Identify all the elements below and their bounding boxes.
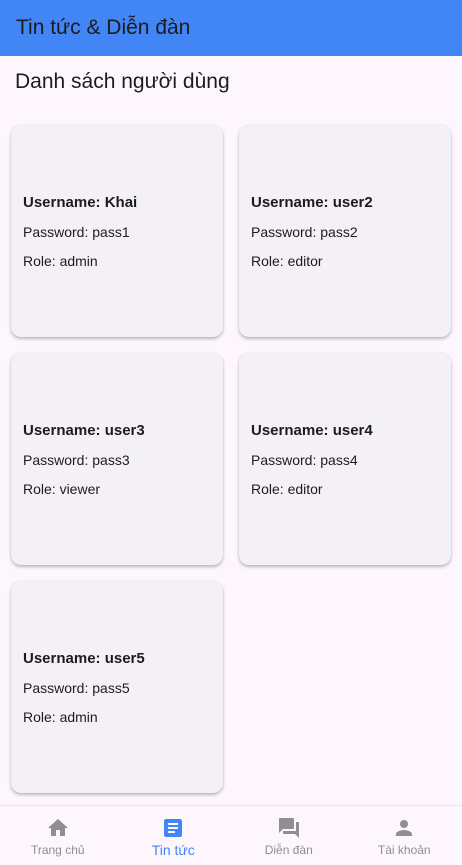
nav-label: Trang chủ: [31, 843, 85, 857]
password-label: Password: pass1: [23, 224, 211, 240]
role-label: Role: editor: [251, 481, 439, 497]
page-title: Danh sách người dùng: [15, 70, 230, 94]
password-label: Password: pass3: [23, 452, 211, 468]
user-card[interactable]: Username: user4 Password: pass4 Role: ed…: [239, 353, 451, 565]
role-label: Role: editor: [251, 253, 439, 269]
forum-icon: [277, 816, 301, 840]
nav-item-forum[interactable]: Diễn đàn: [231, 806, 347, 865]
password-label: Password: pass4: [251, 452, 439, 468]
nav-item-account[interactable]: Tài khoản: [347, 806, 462, 865]
nav-item-home[interactable]: Trang chủ: [0, 806, 116, 865]
username-label: Username: user5: [23, 650, 211, 667]
user-grid: Username: Khai Password: pass1 Role: adm…: [11, 125, 451, 793]
nav-item-news[interactable]: Tin tức: [116, 806, 232, 865]
username-label: Username: user4: [251, 422, 439, 439]
user-card[interactable]: Username: user2 Password: pass2 Role: ed…: [239, 125, 451, 337]
person-icon: [392, 816, 416, 840]
user-card[interactable]: Username: user5 Password: pass5 Role: ad…: [11, 581, 223, 793]
app-title: Tin tức & Diễn đàn: [16, 16, 190, 40]
password-label: Password: pass5: [23, 680, 211, 696]
user-card[interactable]: Username: user3 Password: pass3 Role: vi…: [11, 353, 223, 565]
home-icon: [46, 816, 70, 840]
nav-label: Diễn đàn: [265, 843, 313, 857]
role-label: Role: viewer: [23, 481, 211, 497]
username-label: Username: Khai: [23, 194, 211, 211]
password-label: Password: pass2: [251, 224, 439, 240]
username-label: Username: user2: [251, 194, 439, 211]
user-card[interactable]: Username: Khai Password: pass1 Role: adm…: [11, 125, 223, 337]
username-label: Username: user3: [23, 422, 211, 439]
nav-label: Tin tức: [152, 842, 195, 858]
nav-label: Tài khoản: [378, 843, 431, 857]
app-bar: Tin tức & Diễn đàn: [0, 0, 462, 56]
bottom-navigation: Trang chủ Tin tức Diễn đàn Tài khoản: [0, 805, 462, 865]
role-label: Role: admin: [23, 253, 211, 269]
article-icon: [161, 816, 185, 840]
role-label: Role: admin: [23, 709, 211, 725]
